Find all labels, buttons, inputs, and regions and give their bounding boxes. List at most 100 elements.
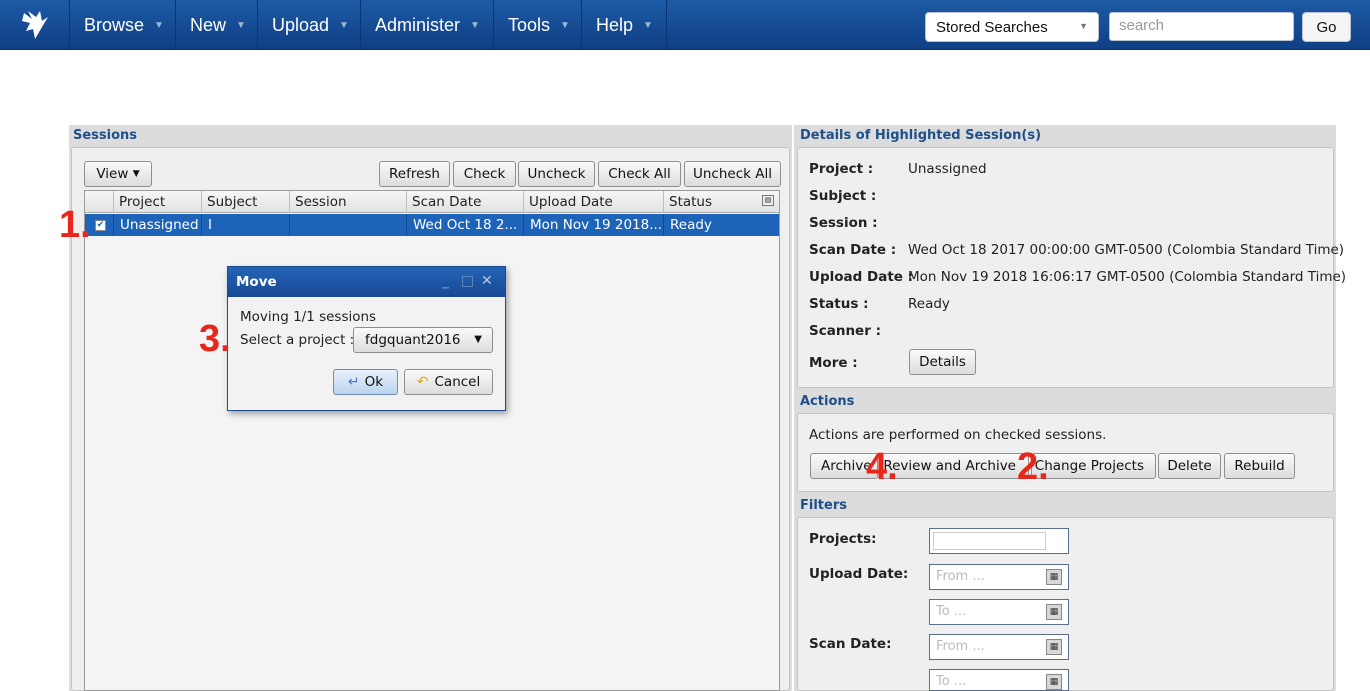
filter-label-scan-date: Scan Date: (809, 636, 892, 652)
chevron-down-icon: ▼ (236, 19, 246, 31)
scan-to-placeholder: To ... (936, 674, 967, 689)
check-button[interactable]: Check (453, 161, 516, 187)
caret-down-icon: ▼ (132, 169, 140, 179)
nav-administer[interactable]: Administer ▼ (361, 0, 494, 50)
nav-upload-label: Upload (272, 14, 330, 35)
stored-searches-select[interactable]: Stored Searches ▼ (925, 12, 1099, 42)
col-upload-date[interactable]: Upload Date (523, 191, 663, 213)
detail-label-scan-date: Scan Date : (809, 242, 897, 258)
scan-date-from-input[interactable]: From ... ▦ (929, 634, 1069, 660)
ok-button[interactable]: ↵ Ok (333, 369, 398, 395)
calendar-icon[interactable]: ▦ (1046, 674, 1062, 690)
upload-to-placeholder: To ... (936, 604, 967, 619)
scan-date-to-input[interactable]: To ... ▦ (929, 669, 1069, 691)
nav-new[interactable]: New ▼ (176, 0, 258, 50)
calendar-icon[interactable]: ▦ (1046, 639, 1062, 655)
nav-new-label: New (190, 14, 227, 35)
go-button[interactable]: Go (1302, 12, 1351, 42)
xnat-logo-icon[interactable] (0, 0, 70, 50)
annotation-step-4: 4. (866, 446, 898, 488)
cell-scan-date: Wed Oct 18 2... (406, 214, 523, 236)
annotation-step-3: 3. (199, 318, 231, 360)
calendar-icon[interactable]: ▦ (1046, 569, 1062, 585)
project-select[interactable]: fdgquant2016 ▼ (353, 327, 493, 353)
nav-help[interactable]: Help ▼ (582, 0, 667, 50)
cancel-button[interactable]: ↶ Cancel (404, 369, 493, 395)
projects-filter-input[interactable] (929, 528, 1069, 554)
nav-browse[interactable]: Browse ▼ (70, 0, 176, 50)
enter-arrow-icon: ↵ (347, 374, 360, 390)
chevron-down-icon: ▼ (560, 19, 570, 31)
detail-label-session: Session : (809, 215, 878, 231)
uncheck-button[interactable]: Uncheck (518, 161, 595, 187)
chevron-down-icon: ▼ (339, 19, 349, 31)
grid-header: Project Subject Session Scan Date Upload… (85, 191, 779, 213)
chevron-down-icon: ▼ (1079, 21, 1088, 31)
undo-icon: ↶ (416, 374, 429, 390)
upload-date-from-input[interactable]: From ... ▦ (929, 564, 1069, 590)
scan-from-placeholder: From ... (936, 639, 985, 654)
nav-tools-label: Tools (508, 14, 551, 35)
move-dialog-titlebar[interactable]: Move _ □ ✕ (228, 267, 505, 297)
upload-date-to-input[interactable]: To ... ▦ (929, 599, 1069, 625)
cell-session (289, 214, 406, 236)
table-row[interactable]: ✔ Unassigned I Wed Oct 18 2... Mon Nov 1… (85, 214, 779, 236)
nav-tools[interactable]: Tools ▼ (494, 0, 582, 50)
actions-note: Actions are performed on checked session… (809, 427, 1107, 443)
details-button[interactable]: Details (909, 349, 976, 375)
detail-label-more: More : (809, 355, 858, 371)
detail-label-subject: Subject : (809, 188, 877, 204)
cancel-label: Cancel (434, 374, 481, 390)
upload-from-placeholder: From ... (936, 569, 985, 584)
stored-searches-label: Stored Searches (936, 19, 1048, 36)
filters-title: Filters (800, 498, 847, 513)
col-session[interactable]: Session (289, 191, 406, 213)
rebuild-button[interactable]: Rebuild (1224, 453, 1295, 479)
nav-browse-label: Browse (84, 14, 145, 35)
nav-upload[interactable]: Upload ▼ (258, 0, 361, 50)
close-icon[interactable]: ✕ (481, 273, 493, 289)
row-checkbox[interactable]: ✔ (95, 220, 106, 231)
cell-subject: I (201, 214, 289, 236)
view-menu-button[interactable]: View ▼ (84, 161, 152, 187)
delete-button[interactable]: Delete (1158, 453, 1221, 479)
refresh-button[interactable]: Refresh (379, 161, 450, 187)
column-chooser-icon[interactable]: ▤ (762, 195, 774, 206)
chevron-down-icon: ▼ (643, 19, 653, 31)
cell-status: Ready (663, 214, 779, 236)
chevron-down-icon: ▼ (154, 19, 164, 31)
chevron-down-icon: ▼ (474, 334, 482, 345)
change-projects-button[interactable]: Change Projects (1031, 453, 1156, 479)
chevron-down-icon: ▼ (470, 19, 480, 31)
details-title: Details of Highlighted Session(s) (800, 128, 1042, 143)
col-project[interactable]: Project (113, 191, 201, 213)
view-label: View (96, 166, 129, 182)
detail-label-scanner: Scanner : (809, 323, 881, 339)
check-all-button[interactable]: Check All (598, 161, 681, 187)
search-input[interactable]: search (1109, 12, 1294, 41)
col-scan-date[interactable]: Scan Date (406, 191, 523, 213)
sessions-title: Sessions (73, 128, 138, 143)
nav-administer-label: Administer (375, 14, 461, 35)
nav-help-label: Help (596, 14, 634, 35)
detail-label-upload-date: Upload Date : (809, 269, 914, 285)
ok-label: Ok (364, 374, 384, 390)
review-and-archive-button[interactable]: Review and Archive (880, 453, 1029, 479)
minimize-icon[interactable]: _ (442, 273, 449, 289)
detail-value-upload-date: Mon Nov 19 2018 16:06:17 GMT-0500 (Colom… (908, 269, 1347, 285)
selected-project-value: fdgquant2016 (365, 332, 461, 348)
projects-filter-inner (933, 532, 1046, 550)
col-subject[interactable]: Subject (201, 191, 289, 213)
actions-title: Actions (800, 394, 855, 409)
detail-value-status: Ready (908, 296, 950, 312)
detail-label-project: Project : (809, 161, 874, 177)
annotation-step-1: 1. (59, 204, 91, 246)
details-panel (797, 147, 1334, 388)
annotation-step-2: 2. (1017, 446, 1049, 488)
maximize-icon[interactable]: □ (461, 273, 474, 289)
move-dialog-title: Move (236, 274, 277, 290)
detail-label-status: Status : (809, 296, 869, 312)
uncheck-all-button[interactable]: Uncheck All (684, 161, 781, 187)
cell-upload-date: Mon Nov 19 2018... (523, 214, 663, 236)
calendar-icon[interactable]: ▦ (1046, 604, 1062, 620)
